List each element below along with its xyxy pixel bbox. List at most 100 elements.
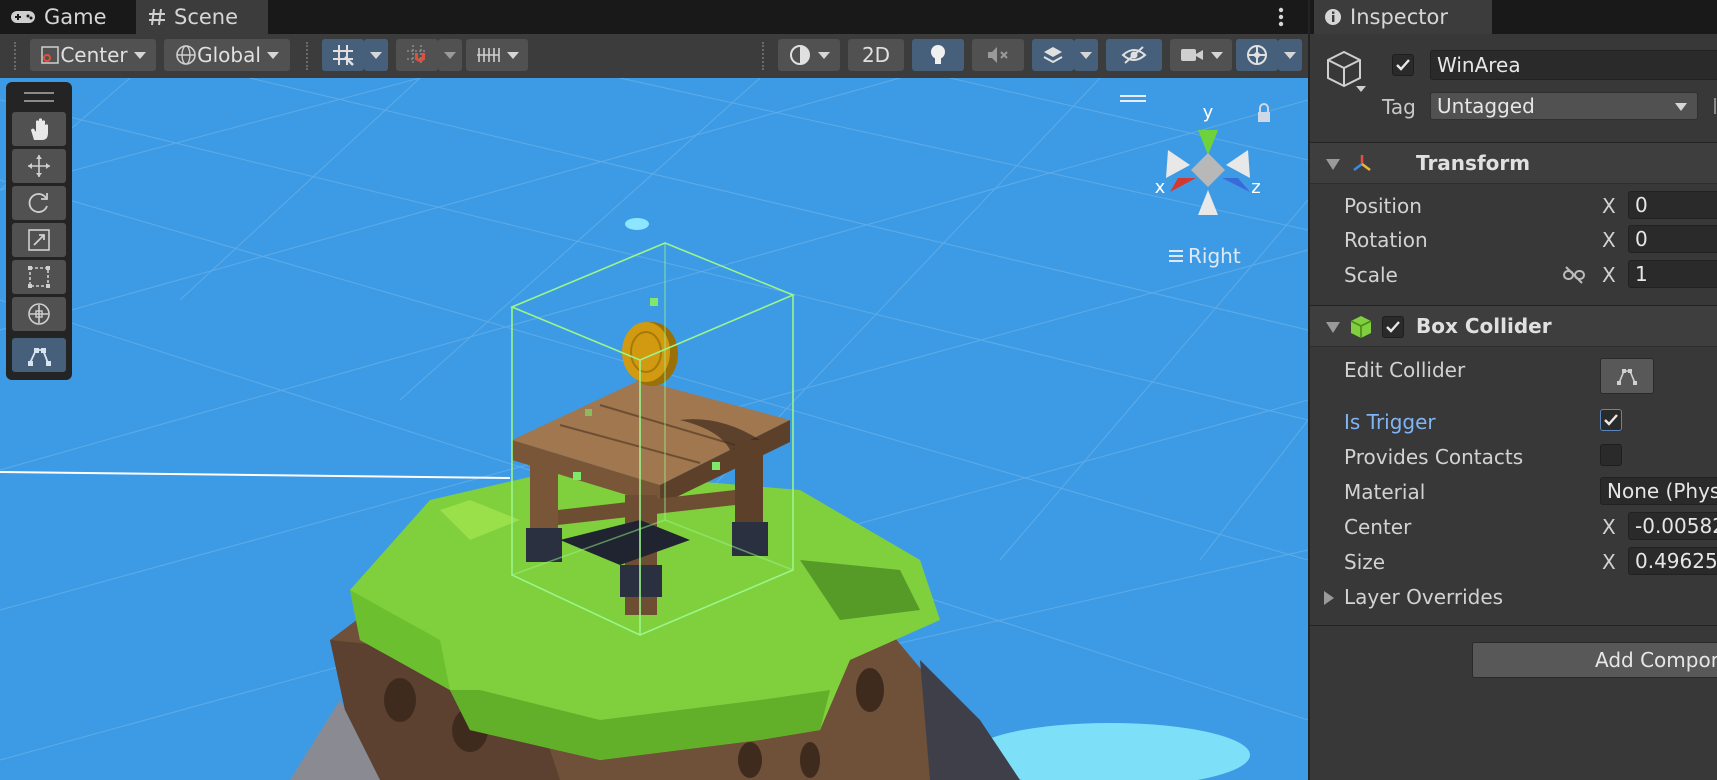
globe-icon	[176, 45, 196, 65]
rect-tool-button[interactable]	[12, 260, 66, 294]
tab-scene[interactable]: Scene	[136, 0, 268, 34]
material-field[interactable]: None (Phys	[1600, 477, 1717, 505]
scene-viewport[interactable]: y x z Right	[0, 78, 1308, 780]
menu-icon	[1169, 250, 1183, 262]
collapse-triangle-icon	[1326, 159, 1340, 170]
rotation-x-field[interactable]: 0	[1628, 225, 1717, 253]
material-label: Material	[1344, 480, 1426, 504]
rotation-x-label: X	[1602, 228, 1616, 252]
2d-mode-toggle[interactable]: 2D	[848, 39, 904, 71]
size-x-label: X	[1602, 550, 1616, 574]
gizmos-toggle[interactable]	[1236, 39, 1278, 71]
tag-value: Untagged	[1437, 94, 1535, 118]
object-name-field[interactable]: WinArea	[1430, 50, 1717, 80]
effects-dropdown[interactable]	[1074, 39, 1098, 71]
info-icon	[1325, 9, 1341, 25]
2d-label: 2D	[861, 43, 891, 67]
scene-render[interactable]: y x z	[0, 78, 1308, 780]
chevron-down-icon	[133, 51, 146, 59]
inspector-panel: Inspector WinArea Tag Untagged Transform…	[1308, 0, 1717, 780]
scene-visibility-toggle[interactable]	[1106, 39, 1162, 71]
audio-toggle[interactable]	[972, 39, 1024, 71]
gizmos-dropdown[interactable]	[1278, 39, 1302, 71]
layer-overrides-foldout[interactable]: Layer Overrides	[1324, 584, 1704, 612]
box-collider-enabled-checkbox[interactable]	[1382, 316, 1404, 338]
transform-title: Transform	[1416, 151, 1531, 175]
panel-drag-handle[interactable]	[24, 92, 54, 102]
move-arrows-icon	[28, 155, 50, 177]
tag-dropdown[interactable]: Untagged	[1430, 92, 1698, 120]
more-options-icon[interactable]	[1276, 6, 1286, 28]
hand-icon	[31, 118, 48, 140]
shading-mode-icon	[790, 45, 810, 65]
increment-snap-dropdown[interactable]	[438, 39, 462, 71]
gamepad-icon	[11, 11, 35, 23]
rotate-tool-button[interactable]	[12, 186, 66, 220]
edit-bounds-icon	[28, 348, 51, 366]
space-label: Global	[197, 43, 261, 67]
scene-toolbar: Center Global 2D	[0, 34, 1308, 79]
hash-icon	[149, 8, 165, 26]
provides-contacts-label: Provides Contacts	[1344, 445, 1524, 469]
add-component-button[interactable]: Add Compon	[1472, 642, 1717, 678]
transform-all-icon	[28, 303, 50, 325]
edit-collider-label: Edit Collider	[1344, 358, 1466, 382]
chevron-down-icon	[1211, 51, 1223, 59]
size-x-field[interactable]: 0.496256	[1628, 547, 1717, 575]
mute-icon	[988, 47, 1008, 63]
chevron-down-icon	[1675, 103, 1687, 111]
checkmark-icon	[1386, 321, 1400, 333]
chevron-down-icon	[444, 51, 456, 59]
scale-x-field[interactable]: 1	[1628, 260, 1717, 288]
layers-icon	[1043, 47, 1063, 64]
move-tool-button[interactable]	[12, 149, 66, 183]
gameobject-cube-icon[interactable]	[1324, 48, 1372, 96]
center-x-label: X	[1602, 515, 1616, 539]
pivot-dropdown[interactable]: Center	[30, 39, 156, 71]
lighting-toggle[interactable]	[912, 39, 964, 71]
edit-bounds-icon	[1617, 369, 1637, 385]
pivot-icon	[41, 46, 60, 64]
light-gizmo	[625, 218, 649, 230]
is-trigger-checkbox[interactable]	[1600, 409, 1622, 431]
scale-tool-button[interactable]	[12, 223, 66, 257]
transform-tool-button[interactable]	[12, 297, 66, 331]
grid-snap-toggle[interactable]	[322, 39, 364, 71]
edit-collider-button[interactable]	[1600, 358, 1654, 394]
camera-dropdown[interactable]	[1170, 39, 1232, 71]
rect-transform-icon	[28, 266, 50, 288]
provides-contacts-checkbox[interactable]	[1600, 444, 1622, 466]
center-x-field[interactable]: -0.00582	[1628, 512, 1717, 540]
edit-collider-tool-button[interactable]	[12, 338, 66, 372]
hand-tool-button[interactable]	[12, 112, 66, 146]
chevron-down-icon	[1080, 51, 1092, 59]
tab-inspector[interactable]: Inspector	[1314, 0, 1492, 34]
transform-axes-icon	[1353, 155, 1371, 171]
scale-label: Scale	[1344, 263, 1398, 287]
tab-game[interactable]: Game	[10, 0, 128, 34]
layer-dropdown-edge[interactable]	[1714, 98, 1716, 114]
camera-icon	[1181, 49, 1203, 61]
active-checkbox[interactable]	[1392, 54, 1414, 76]
toolbar-separator	[306, 42, 310, 70]
chevron-down-icon	[818, 51, 830, 59]
space-dropdown[interactable]: Global	[164, 39, 290, 71]
gizmo-y-label: y	[1203, 102, 1214, 123]
ruler-dropdown[interactable]	[466, 39, 528, 71]
rotate-icon	[28, 193, 48, 213]
box-collider-title: Box Collider	[1416, 314, 1552, 338]
effects-toggle[interactable]	[1032, 39, 1074, 71]
tab-game-label: Game	[44, 5, 107, 29]
transform-header[interactable]: Transform	[1310, 142, 1717, 184]
box-collider-header[interactable]: Box Collider	[1310, 305, 1717, 347]
pivot-label: Center	[60, 43, 128, 67]
unlinked-chain-icon[interactable]	[1562, 265, 1586, 285]
grid-snap-dropdown[interactable]	[364, 39, 388, 71]
increment-snap-toggle[interactable]	[396, 39, 438, 71]
grid-icon	[333, 45, 354, 66]
chevron-down-icon	[266, 51, 279, 59]
position-x-field[interactable]: 0	[1628, 191, 1717, 219]
draw-mode-dropdown[interactable]	[778, 39, 840, 71]
view-mode-label[interactable]: Right	[1168, 244, 1241, 268]
lightbulb-icon	[931, 45, 945, 64]
